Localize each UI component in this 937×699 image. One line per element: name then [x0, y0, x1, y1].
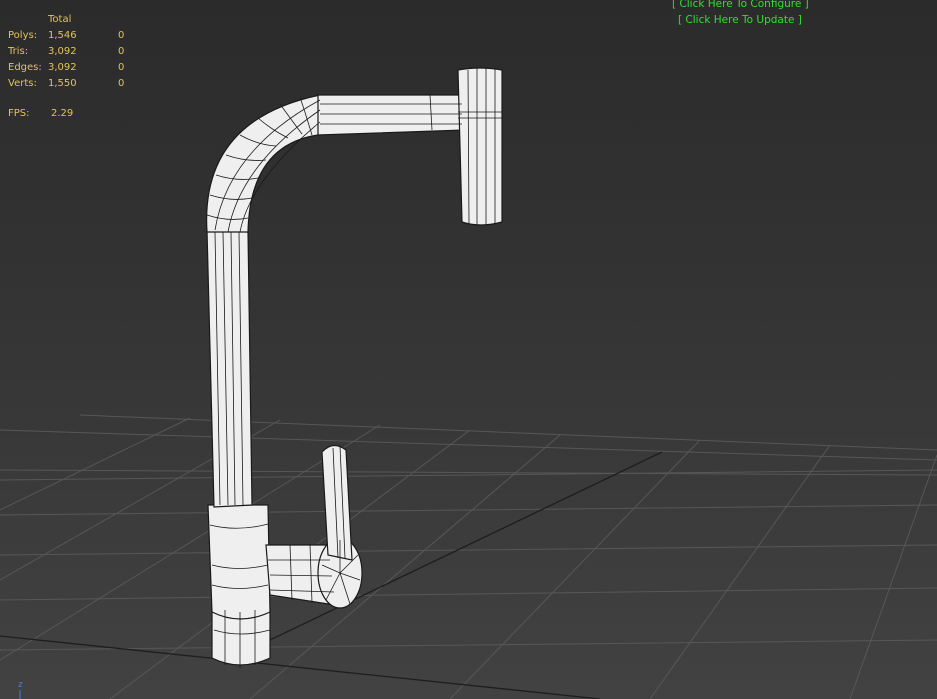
stats-selected: 0: [118, 46, 125, 57]
viewport-3d[interactable]: Total Polys: 1,546 0 Tris: 3,092 0 Edges…: [0, 0, 937, 699]
stats-selected: 0: [118, 62, 125, 73]
polygon-stats-panel: Total Polys: 1,546 0 Tris: 3,092 0 Edges…: [8, 12, 148, 92]
stats-label: Verts:: [8, 78, 37, 89]
stats-row-verts: Verts: 1,550 0: [8, 76, 148, 92]
stats-label: Tris:: [8, 46, 29, 57]
fps-label: FPS:: [8, 108, 30, 119]
home-grid: [0, 414, 937, 699]
update-link[interactable]: [ Click Here To Update ]: [678, 14, 802, 26]
stats-total: 3,092: [48, 62, 77, 73]
stats-header-row: Total: [8, 12, 148, 28]
stats-label: Edges:: [8, 62, 42, 73]
stats-total: 1,546: [48, 30, 77, 41]
stats-total: 3,092: [48, 46, 77, 57]
stats-row-polys: Polys: 1,546 0: [8, 28, 148, 44]
stats-selected: 0: [118, 30, 125, 41]
stats-selected: 0: [118, 78, 125, 89]
stats-header: Total: [48, 14, 72, 25]
stats-label: Polys:: [8, 30, 38, 41]
stats-total: 1,550: [48, 78, 77, 89]
fps-readout: FPS: 2.29: [8, 108, 73, 119]
faucet-model[interactable]: [206, 67, 503, 666]
configure-link[interactable]: [ Click Here To Configure ]: [672, 0, 809, 10]
axis-z-label: z: [18, 680, 23, 690]
stats-row-tris: Tris: 3,092 0: [8, 44, 148, 60]
fps-value: 2.29: [51, 108, 74, 119]
stats-row-edges: Edges: 3,092 0: [8, 60, 148, 76]
viewport-scene[interactable]: [0, 0, 937, 699]
